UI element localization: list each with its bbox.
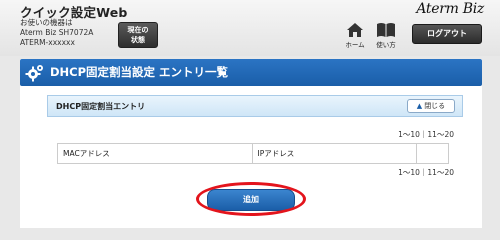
pager-top[interactable]: 1～10｜11～20: [398, 129, 454, 140]
page-title: DHCP固定割当設定 エントリ一覧: [50, 65, 229, 79]
table-header-row: MACアドレス IPアドレス: [57, 143, 449, 164]
entry-table: MACアドレス IPアドレス: [57, 143, 449, 164]
help-nav-button[interactable]: 使い方: [373, 22, 399, 50]
gear-icon: [25, 65, 43, 82]
logout-button[interactable]: ログアウト: [412, 24, 482, 44]
status-button-line1: 現在の: [127, 26, 149, 34]
status-button-line2: 状態: [131, 36, 145, 44]
device-info: お使いの機器は Aterm Biz SH7072A ATERM-xxxxxx: [20, 18, 93, 48]
book-icon: [377, 23, 395, 37]
header: クイック設定Web お使いの機器は Aterm Biz SH7072A ATER…: [0, 0, 500, 56]
section-title: DHCP固定割当エントリ: [56, 102, 146, 111]
home-nav-button[interactable]: ホーム: [342, 22, 368, 50]
home-label: ホーム: [345, 41, 365, 49]
entry-section-header: DHCP固定割当エントリ ▲ 閉じる: [47, 95, 463, 117]
chevron-up-icon: ▲: [416, 102, 423, 110]
highlight-circle: [196, 182, 306, 216]
current-status-button[interactable]: 現在の 状態: [118, 22, 158, 48]
column-header-ip: IPアドレス: [251, 143, 418, 164]
column-header-action: [416, 143, 449, 164]
column-header-mac: MACアドレス: [57, 143, 253, 164]
collapse-button[interactable]: ▲ 閉じる: [407, 99, 455, 113]
device-info-label: お使いの機器は: [20, 18, 73, 27]
device-model: Aterm Biz SH7072A: [20, 28, 94, 37]
panel-title-bar: DHCP固定割当設定 エントリ一覧: [20, 59, 482, 86]
pager-bottom[interactable]: 1～10｜11～20: [398, 167, 454, 178]
device-name: ATERM-xxxxxx: [20, 38, 75, 47]
collapse-label: 閉じる: [424, 102, 446, 110]
help-label: 使い方: [376, 41, 396, 49]
aterm-biz-logo: Aterm Biz: [416, 1, 484, 17]
main-panel: DHCP固定割当設定 エントリ一覧 DHCP固定割当エントリ ▲ 閉じる 1～10…: [20, 59, 482, 228]
home-icon: [347, 23, 363, 37]
